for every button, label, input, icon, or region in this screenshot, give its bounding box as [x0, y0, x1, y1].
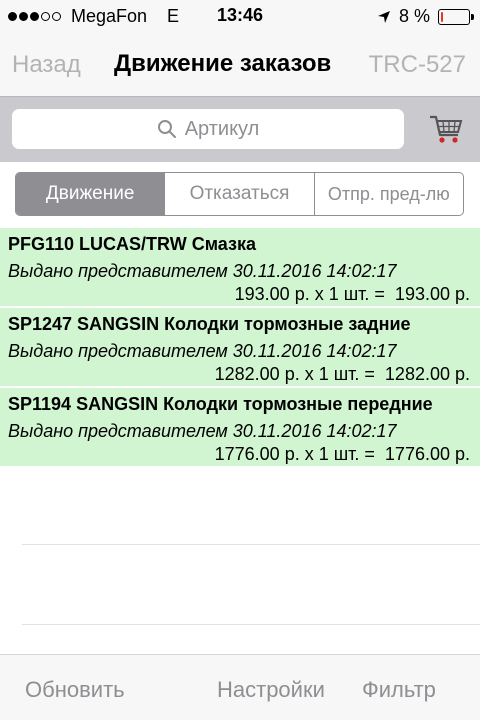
bottom-toolbar: Обновить Настройки Фильтр — [0, 654, 480, 720]
list-item[interactable]: SP1247 SANGSIN Колодки тормозные задние … — [0, 308, 480, 388]
filter-button[interactable]: Фильтр — [362, 677, 436, 703]
empty-row-separator — [22, 624, 480, 625]
segment-movement[interactable]: Движение — [16, 173, 165, 215]
status-bar: MegaFon E 13:46 8 % — [0, 0, 480, 34]
location-arrow-icon — [377, 10, 390, 23]
empty-row-separator — [22, 544, 480, 545]
segment-send-representative[interactable]: Отпр. пред-лю — [313, 173, 463, 215]
search-input[interactable]: Артикул — [12, 109, 404, 149]
status-right: 8 % — [377, 6, 474, 27]
list-item[interactable]: PFG110 LUCAS/TRW Смазка Выдано представи… — [0, 228, 480, 308]
settings-button[interactable]: Настройки — [217, 677, 325, 703]
segmented-control: Движение Отказаться Отпр. пред-лю — [15, 172, 464, 216]
item-status: Выдано представителем 30.11.2016 14:02:1… — [8, 421, 397, 441]
item-price: 1776.00 р. x 1 шт. = 1776.00 р. — [214, 444, 470, 464]
battery-icon — [438, 8, 474, 25]
cart-icon[interactable] — [428, 111, 464, 147]
page-title: Движение заказов — [114, 50, 332, 77]
list-item[interactable]: SP1194 SANGSIN Колодки тормозные передни… — [0, 388, 480, 468]
item-price: 193.00 р. x 1 шт. = 193.00 р. — [234, 284, 470, 304]
order-code-button[interactable]: TRC-527 — [369, 51, 466, 79]
item-status: Выдано представителем 30.11.2016 14:02:1… — [8, 341, 397, 361]
item-title: SP1194 SANGSIN Колодки тормозные передни… — [8, 394, 433, 414]
battery-percent: 8 % — [398, 6, 430, 26]
search-icon — [157, 120, 176, 138]
item-title: SP1247 SANGSIN Колодки тормозные задние — [8, 314, 411, 334]
battery-level — [441, 11, 444, 22]
refresh-button[interactable]: Обновить — [25, 677, 125, 703]
back-button[interactable]: Назад — [12, 51, 81, 79]
item-price: 1282.00 р. x 1 шт. = 1282.00 р. — [214, 364, 470, 384]
search-placeholder: Артикул — [184, 117, 260, 140]
item-status: Выдано представителем 30.11.2016 14:02:1… — [8, 261, 397, 281]
orders-list: PFG110 LUCAS/TRW Смазка Выдано представи… — [0, 228, 480, 468]
search-bar-area: Артикул — [0, 96, 480, 162]
app-screen: MegaFon E 13:46 8 % Назад Движение заказ… — [0, 0, 480, 720]
item-title: PFG110 LUCAS/TRW Смазка — [8, 234, 256, 254]
segment-refuse[interactable]: Отказаться — [164, 173, 313, 215]
navigation-bar: Назад Движение заказов TRC-527 — [0, 34, 480, 96]
